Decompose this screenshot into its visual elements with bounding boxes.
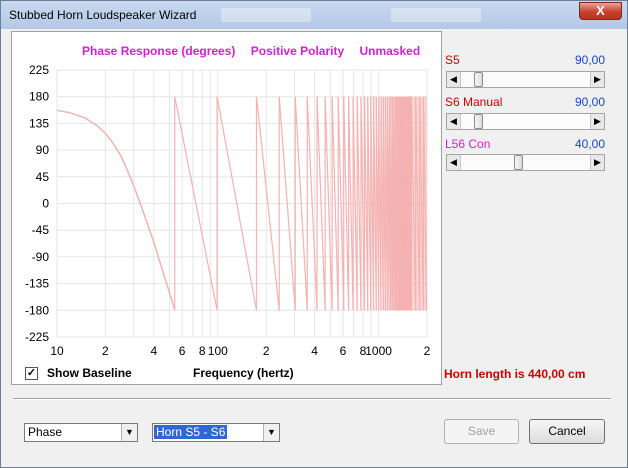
- y-tick-label: -90: [32, 250, 50, 264]
- x-tick-label: 4: [150, 344, 157, 358]
- chevron-down-icon[interactable]: ▼: [263, 424, 279, 441]
- chart-header: Phase Response (degrees) Positive Polari…: [82, 44, 432, 58]
- frequency-axis-label: Frequency (hertz): [193, 366, 294, 380]
- plot-type-select[interactable]: Phase ▼: [24, 423, 138, 442]
- cancel-button[interactable]: Cancel: [529, 419, 605, 444]
- slider-track[interactable]: [461, 155, 590, 170]
- x-tick-label: 2: [263, 344, 270, 358]
- y-tick-label: 225: [29, 63, 49, 77]
- y-tick-label: -180: [25, 303, 49, 317]
- chevron-down-icon[interactable]: ▼: [121, 424, 137, 441]
- slider-thumb[interactable]: [474, 72, 484, 87]
- y-tick-label: -45: [32, 223, 50, 237]
- plot-type-value: Phase: [28, 425, 63, 439]
- chart-title: Phase Response (degrees): [82, 44, 236, 58]
- save-button[interactable]: Save: [444, 419, 519, 444]
- y-tick-label: 135: [29, 116, 49, 130]
- y-tick-label: 0: [42, 197, 49, 211]
- slider-s6[interactable]: ◀ ▶: [446, 113, 605, 130]
- x-tick-label: 4: [311, 344, 318, 358]
- scroll-right-icon[interactable]: ▶: [590, 155, 604, 170]
- slider-track[interactable]: [461, 72, 590, 87]
- slider-s5[interactable]: ◀ ▶: [446, 71, 605, 88]
- mask-label: Unmasked: [359, 44, 421, 58]
- scroll-right-icon[interactable]: ▶: [590, 72, 604, 87]
- horn-length-readout: Horn length is 440,00 cm: [444, 367, 586, 381]
- slider-thumb[interactable]: [474, 114, 484, 129]
- y-tick-label: -135: [25, 277, 49, 291]
- close-button[interactable]: X: [579, 2, 622, 20]
- scroll-left-icon[interactable]: ◀: [447, 114, 461, 129]
- slider-value-l56: 40,00: [574, 137, 605, 151]
- x-tick-label: 6: [340, 344, 347, 358]
- y-tick-label: 180: [29, 90, 49, 104]
- background-ghost: [391, 8, 481, 22]
- x-tick-label: 6: [179, 344, 186, 358]
- phase-plot: 225 180 135 90 45 0 -45 -90 -135 -180 -225 10 2 4 6 8 10…: [11, 31, 442, 385]
- slider-track[interactable]: [461, 114, 590, 129]
- x-tick-label: 100: [208, 344, 228, 358]
- scroll-right-icon[interactable]: ▶: [590, 114, 604, 129]
- scroll-left-icon[interactable]: ◀: [447, 155, 461, 170]
- y-tick-label: 45: [36, 170, 50, 184]
- x-tick-label: 2: [424, 344, 431, 358]
- title-bar[interactable]: Stubbed Horn Loudspeaker Wizard X: [1, 1, 627, 29]
- slider-label-s5: S5: [445, 53, 460, 67]
- scroll-left-icon[interactable]: ◀: [447, 72, 461, 87]
- close-icon: X: [596, 3, 605, 18]
- slider-value-s6: 90,00: [574, 95, 605, 109]
- slider-value-s5: 90,00: [574, 53, 605, 67]
- wizard-window: Stubbed Horn Loudspeaker Wizard X 225 180…: [0, 0, 628, 468]
- separator: [13, 398, 611, 400]
- y-tick-label: -225: [25, 330, 49, 344]
- show-baseline-checkbox[interactable]: ✓: [25, 367, 38, 380]
- polarity-label: Positive Polarity: [250, 44, 345, 58]
- slider-label-s6: S6 Manual: [445, 95, 503, 109]
- horn-segment-value: Horn S5 - S6: [152, 424, 229, 440]
- background-ghost: [221, 8, 311, 22]
- y-tick-label: 90: [36, 143, 50, 157]
- checkmark-icon: ✓: [26, 367, 37, 379]
- x-tick-label: 2: [102, 344, 109, 358]
- slider-label-l56: L56 Con: [445, 137, 491, 151]
- x-tick-label: 8: [199, 344, 206, 358]
- phase-dense-band: [411, 96, 427, 311]
- x-tick-label: 10: [50, 344, 64, 358]
- window-title: Stubbed Horn Loudspeaker Wizard: [9, 8, 197, 22]
- slider-thumb[interactable]: [513, 155, 523, 170]
- x-tick-label: 1000: [365, 344, 392, 358]
- phase-series-line: [56, 109, 176, 311]
- slider-l56[interactable]: ◀ ▶: [446, 154, 605, 171]
- phase-chart: 22518013590450-45-90-135-180-22510 2 4 6 8 10…: [25, 63, 431, 358]
- horn-segment-select[interactable]: Horn S5 - S6 ▼: [152, 423, 280, 442]
- show-baseline-label[interactable]: Show Baseline: [47, 366, 132, 380]
